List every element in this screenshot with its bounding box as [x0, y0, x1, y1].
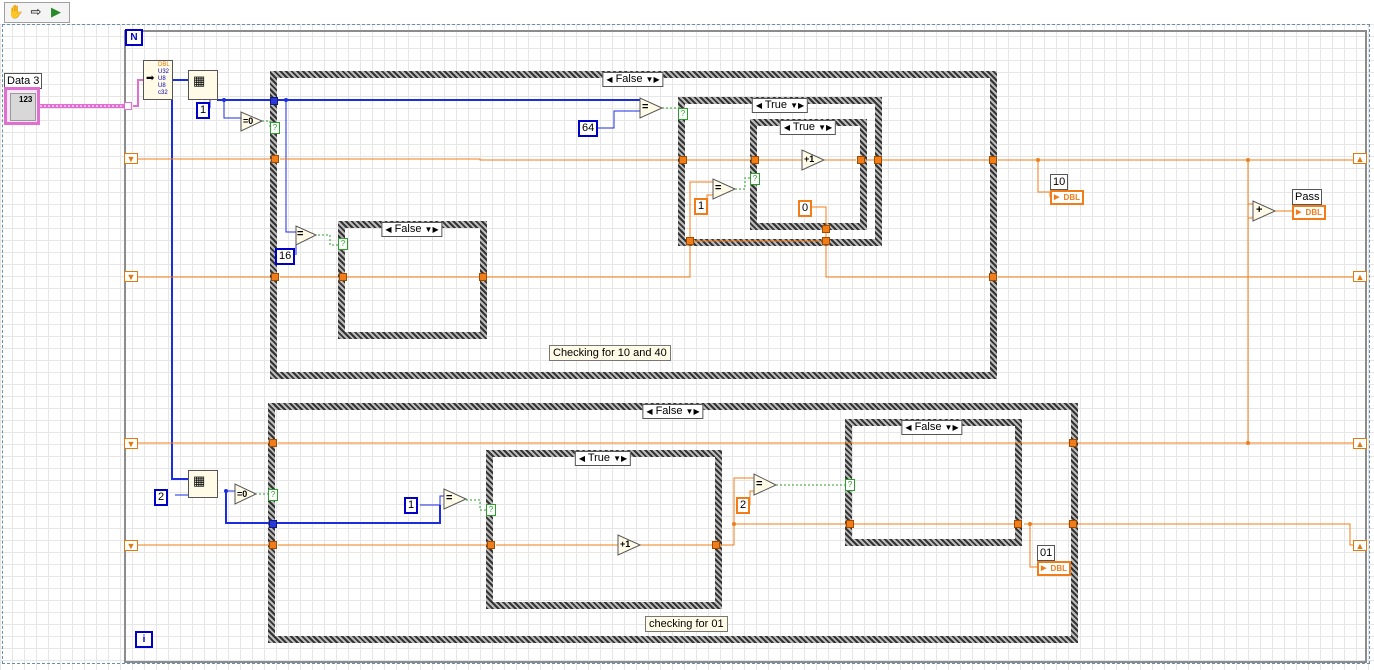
tunnel[interactable]	[271, 273, 279, 281]
tunnel[interactable]	[269, 541, 277, 549]
constant-16[interactable]: 16	[275, 248, 296, 265]
eq-label-1: =	[715, 182, 722, 194]
case-selector-terminal[interactable]: ?	[338, 238, 348, 250]
index-array-node-top[interactable]: ▦	[188, 70, 218, 100]
constant-0[interactable]: 0	[798, 200, 813, 217]
wire-layer	[40, 79, 1356, 568]
shift-register-left-2[interactable]: ▼	[124, 271, 138, 282]
comment-bottom: checking for 01	[645, 616, 728, 632]
shift-register-right-3[interactable]: ▲	[1353, 438, 1367, 449]
tunnel[interactable]	[1014, 520, 1022, 528]
cluster-tunnel[interactable]	[124, 102, 132, 110]
comment-top: Checking for 10 and 40	[549, 345, 671, 361]
unbundle-type-3: U8	[158, 83, 166, 89]
tunnel[interactable]	[989, 273, 997, 281]
index-constant-2[interactable]: 2	[154, 489, 169, 506]
tunnel-blue-top[interactable]	[270, 97, 278, 105]
constant-64[interactable]: 64	[578, 120, 599, 137]
unbundle-type-2: U8	[158, 76, 166, 82]
eq-zero-label-bottom: =0	[237, 489, 248, 499]
indicator-10-terminal[interactable]: DBL	[1050, 190, 1084, 205]
case-selector-terminal[interactable]: ?	[268, 489, 278, 501]
tunnel-blue-bottom[interactable]	[269, 520, 277, 528]
unbundle-type-1: U32	[158, 69, 170, 75]
tunnel[interactable]	[751, 156, 759, 164]
case-selector-terminal[interactable]: ?	[845, 479, 855, 491]
cluster-badge: 123	[19, 95, 33, 104]
tunnel[interactable]	[679, 156, 687, 164]
tunnel[interactable]	[857, 156, 865, 164]
tunnel[interactable]	[271, 155, 279, 163]
array-grid-icon: ▦	[193, 73, 206, 88]
shift-register-right-1[interactable]: ▲	[1353, 153, 1367, 164]
unbundle-node[interactable]: DBL U32 U8 U8 c32 ➡	[143, 60, 173, 100]
indicator-01-label: 01	[1037, 545, 1056, 561]
tunnel[interactable]	[989, 156, 997, 164]
shift-register-left-1[interactable]: ▼	[124, 153, 138, 164]
tunnel[interactable]	[686, 237, 694, 245]
indicator-pass-terminal[interactable]: DBL	[1292, 205, 1326, 220]
constant-1-bottom[interactable]: 1	[404, 497, 419, 514]
tunnel[interactable]	[1069, 520, 1077, 528]
tunnel[interactable]	[874, 156, 882, 164]
tunnel[interactable]	[479, 273, 487, 281]
index-constant-1[interactable]: 1	[196, 102, 211, 119]
tunnel[interactable]	[712, 541, 720, 549]
cluster-control-inner: 123	[10, 93, 36, 121]
tunnel[interactable]	[846, 520, 854, 528]
increment-label-top: +1	[804, 154, 815, 164]
eq-label-2: =	[756, 478, 763, 490]
case-selector-terminal[interactable]: ?	[270, 122, 280, 134]
case-selector-terminal[interactable]: ?	[678, 108, 688, 120]
indicator-01-terminal[interactable]: DBL	[1037, 561, 1071, 576]
eq-label-16: =	[297, 228, 304, 240]
case-selector-terminal[interactable]: ?	[486, 504, 496, 516]
add-label: +	[1256, 204, 1263, 216]
index-array-node-bottom[interactable]: ▦	[188, 470, 218, 498]
tunnel[interactable]	[269, 439, 277, 447]
eq-label-64: =	[642, 101, 649, 113]
unbundle-type-4: c32	[158, 90, 168, 96]
shift-register-right-2[interactable]: ▲	[1353, 271, 1367, 282]
constant-2[interactable]: 2	[736, 497, 751, 514]
eq-zero-label-top: =0	[243, 116, 254, 126]
shift-register-right-4[interactable]: ▲	[1353, 540, 1367, 551]
array-grid-icon: ▦	[193, 473, 206, 488]
tunnel[interactable]	[822, 225, 830, 233]
unbundle-type-0: DBL	[158, 62, 170, 68]
tunnel[interactable]	[339, 273, 347, 281]
tunnel[interactable]	[1069, 439, 1077, 447]
tunnel[interactable]	[487, 541, 495, 549]
tunnel[interactable]	[822, 237, 830, 245]
case-selector-terminal[interactable]: ?	[750, 173, 760, 185]
indicator-10-label: 10	[1050, 174, 1069, 190]
cluster-control[interactable]: 123	[4, 87, 40, 125]
arrow-right-icon: ➡	[146, 73, 155, 84]
increment-label-bottom: +1	[620, 539, 631, 549]
shift-register-left-3[interactable]: ▼	[124, 438, 138, 449]
indicator-pass-label: Pass	[1292, 189, 1323, 205]
eq-label-1-bottom: =	[446, 492, 453, 504]
shift-register-left-4[interactable]: ▼	[124, 540, 138, 551]
constant-1-top[interactable]: 1	[694, 198, 709, 215]
